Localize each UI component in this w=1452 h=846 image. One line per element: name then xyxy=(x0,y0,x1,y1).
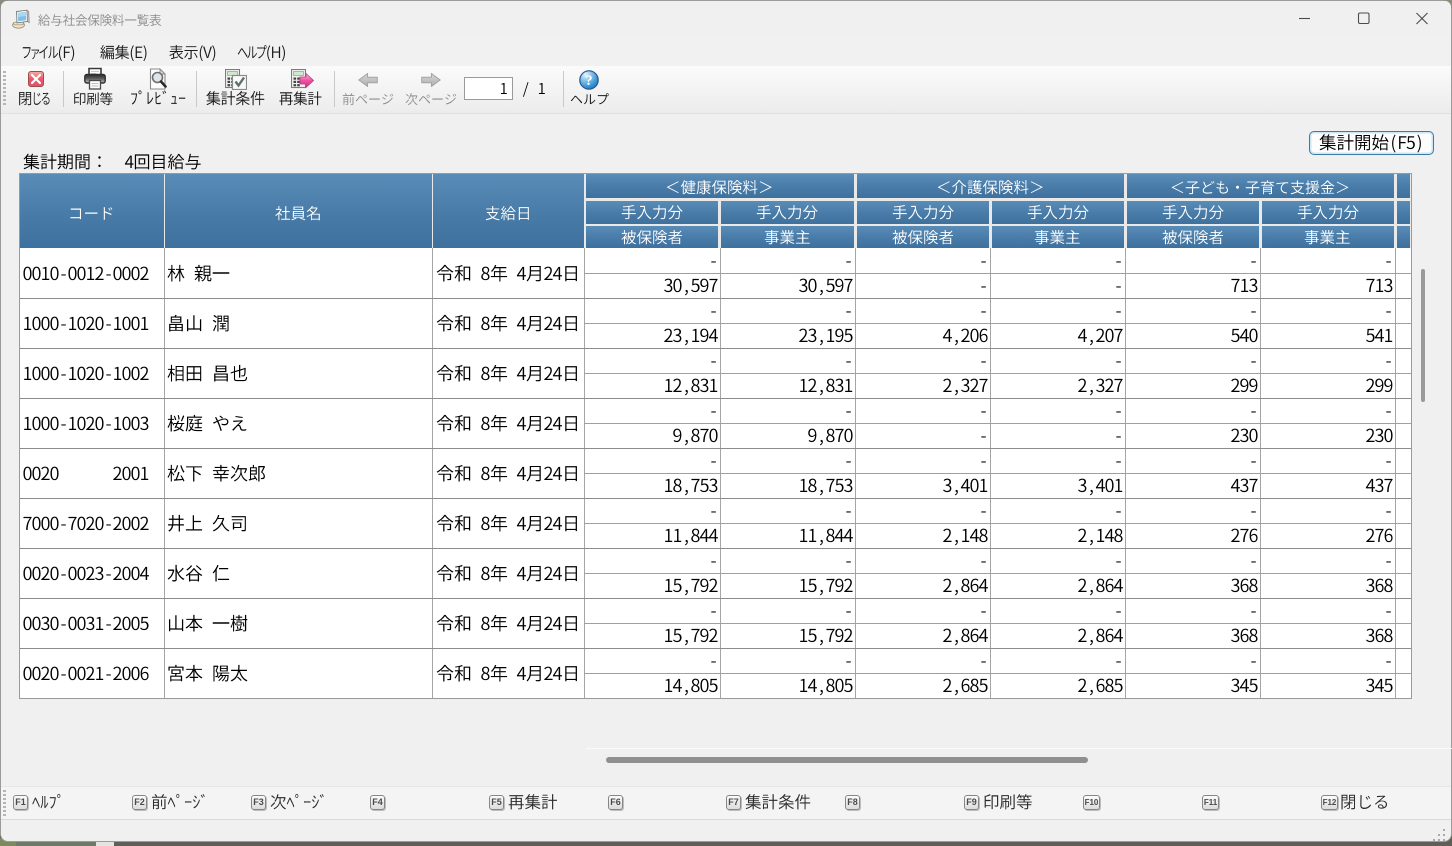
svg-text:?: ? xyxy=(585,73,592,89)
